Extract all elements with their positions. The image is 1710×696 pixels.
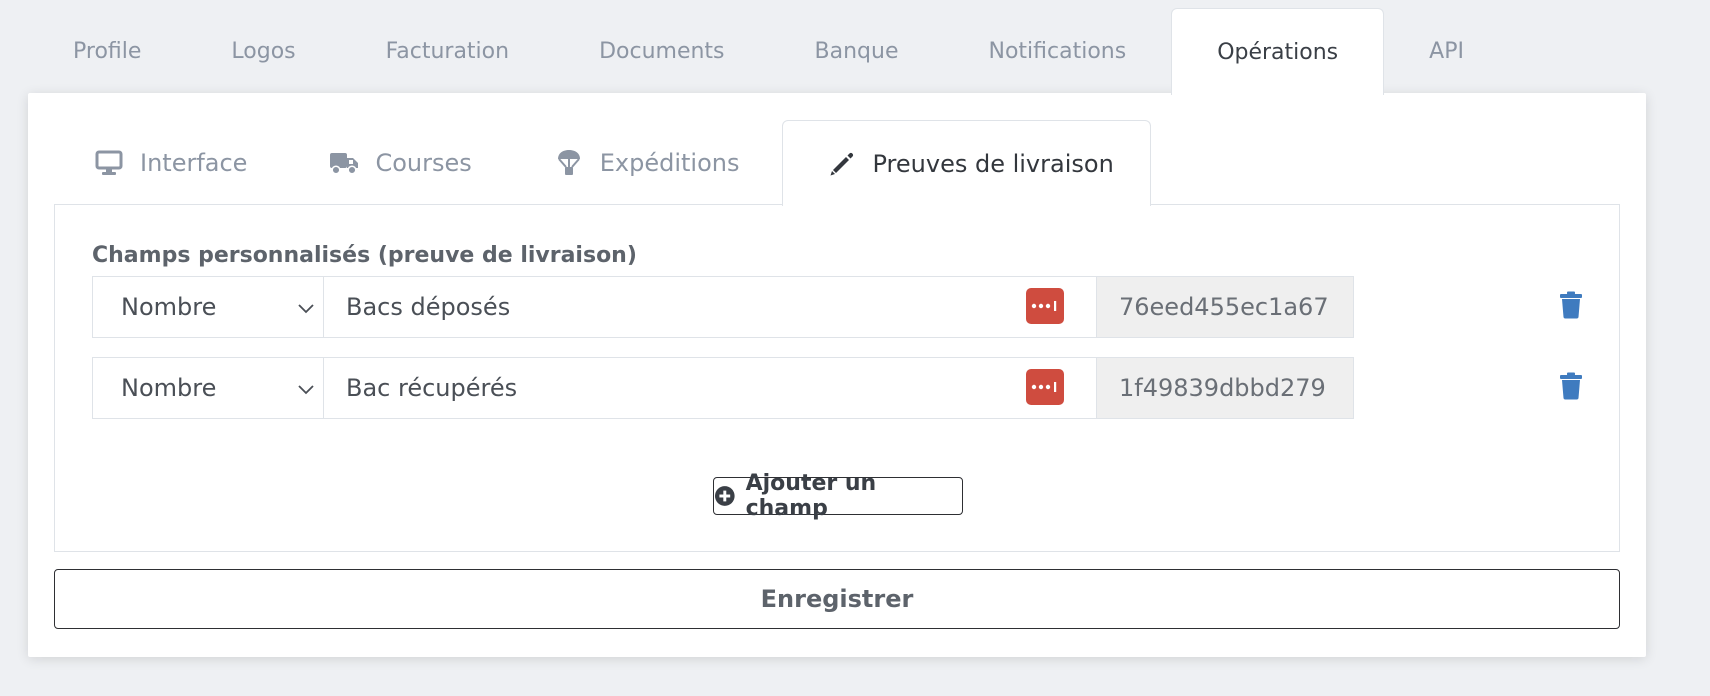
settings-tab-bar: Profile Logos Facturation Documents Banq… — [28, 8, 1509, 95]
tab-operations[interactable]: Opérations — [1171, 8, 1385, 95]
field-key-readonly: 1f49839dbbd279 — [1096, 357, 1354, 419]
parachute-box-icon — [554, 149, 584, 177]
field-type-value: Nombre — [121, 374, 217, 402]
tab-logos[interactable]: Logos — [186, 8, 340, 94]
operations-sub-tab-bar: Interface Courses Expéditions Preuves de… — [54, 120, 1151, 206]
save-button[interactable]: Enregistrer — [54, 569, 1620, 629]
field-key-value: 1f49839dbbd279 — [1119, 374, 1326, 402]
subtab-interface[interactable]: Interface — [54, 120, 289, 205]
chevron-down-icon — [298, 385, 314, 395]
tab-profile[interactable]: Profile — [28, 8, 186, 94]
subtab-label: Preuves de livraison — [872, 149, 1114, 178]
subtab-preuves-de-livraison[interactable]: Preuves de livraison — [781, 120, 1151, 206]
password-manager-icon[interactable] — [1026, 369, 1064, 405]
operations-card: Interface Courses Expéditions Preuves de… — [28, 93, 1646, 657]
field-type-select[interactable]: Nombre — [92, 276, 323, 338]
subtab-courses[interactable]: Courses — [289, 120, 513, 205]
delete-field-button[interactable] — [1556, 289, 1586, 321]
section-title: Champs personnalisés (preuve de livraiso… — [92, 243, 637, 268]
trash-icon — [1560, 372, 1582, 400]
subtab-label: Interface — [140, 148, 248, 177]
pencil-icon — [827, 150, 857, 178]
custom-field-row: Nombre Bacs déposés 76eed455ec1a67 — [92, 276, 1602, 338]
plus-circle-icon — [714, 486, 735, 506]
custom-fields-panel: Champs personnalisés (preuve de livraiso… — [54, 204, 1620, 552]
delete-field-button[interactable] — [1556, 370, 1586, 402]
subtab-expeditions[interactable]: Expéditions — [514, 120, 782, 205]
chevron-down-icon — [298, 304, 314, 314]
field-label-input[interactable]: Bac récupérés — [323, 357, 1097, 419]
password-manager-icon[interactable] — [1026, 288, 1064, 324]
custom-field-row: Nombre Bac récupérés 1f49839dbbd279 — [92, 357, 1602, 419]
field-key-readonly: 76eed455ec1a67 — [1096, 276, 1354, 338]
tab-api[interactable]: API — [1384, 8, 1509, 94]
field-type-select[interactable]: Nombre — [92, 357, 323, 419]
add-field-label: Ajouter un champ — [745, 471, 877, 521]
add-field-button[interactable]: Ajouter un champ — [713, 471, 963, 521]
tab-notifications[interactable]: Notifications — [943, 8, 1171, 94]
tab-documents[interactable]: Documents — [554, 8, 769, 94]
field-label-value: Bacs déposés — [346, 293, 511, 321]
field-key-value: 76eed455ec1a67 — [1119, 293, 1329, 321]
truck-icon — [329, 149, 359, 177]
subtab-label: Courses — [375, 148, 472, 177]
trash-icon — [1560, 291, 1582, 319]
field-label-value: Bac récupérés — [346, 374, 518, 402]
field-type-value: Nombre — [121, 293, 217, 321]
subtab-label: Expéditions — [599, 148, 740, 177]
tab-banque[interactable]: Banque — [770, 8, 944, 94]
tab-facturation[interactable]: Facturation — [341, 8, 554, 94]
field-label-input[interactable]: Bacs déposés — [323, 276, 1097, 338]
monitor-icon — [94, 149, 124, 177]
